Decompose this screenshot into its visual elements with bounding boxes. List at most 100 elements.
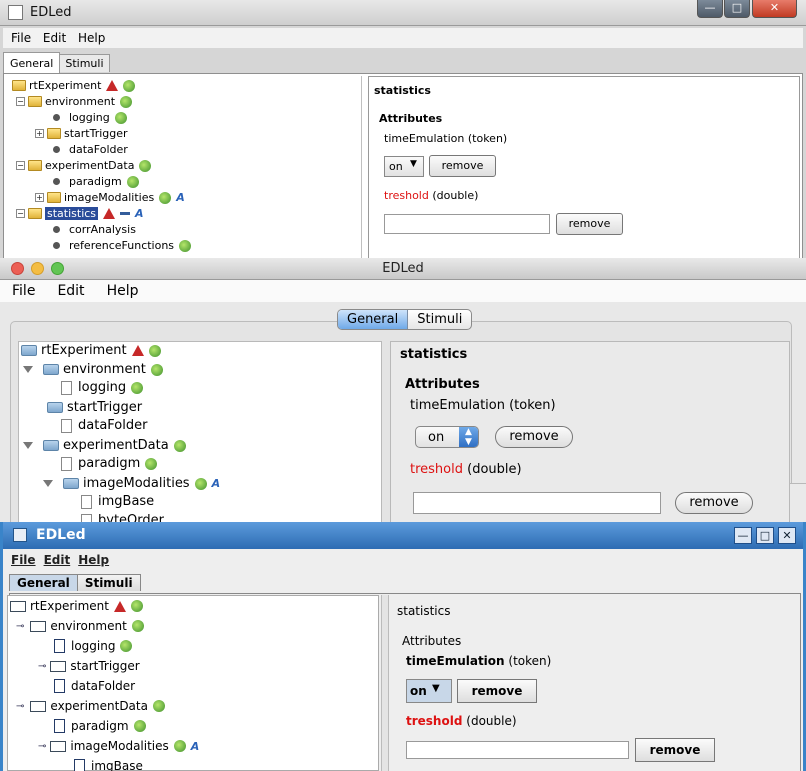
- tree-node-logging[interactable]: logging: [54, 639, 133, 653]
- attribute-icon[interactable]: A: [176, 191, 185, 204]
- tree-node-experimentData[interactable]: ⊸ experimentData: [16, 699, 165, 713]
- menu-help[interactable]: Help: [78, 28, 105, 48]
- tab-stimuli[interactable]: Stimuli: [76, 574, 141, 591]
- expand-icon[interactable]: ⊸: [38, 661, 46, 672]
- menu-help[interactable]: Help: [107, 280, 139, 302]
- treshold-input[interactable]: [406, 741, 629, 759]
- add-child-icon[interactable]: [120, 95, 133, 108]
- collapse-icon[interactable]: [23, 442, 33, 449]
- tree-node-byteOrder[interactable]: byteOrder: [81, 513, 164, 522]
- menu-file[interactable]: File: [11, 28, 31, 48]
- tree-node-imageModalities[interactable]: + imageModalities A: [35, 191, 185, 204]
- add-child-icon[interactable]: [145, 457, 158, 470]
- attribute-icon[interactable]: A: [191, 740, 200, 753]
- add-child-icon[interactable]: [130, 600, 143, 612]
- tree-node-dataFolder[interactable]: dataFolder: [53, 143, 128, 156]
- attribute-icon[interactable]: A: [212, 477, 221, 490]
- tree-node-startTrigger[interactable]: startTrigger: [45, 400, 806, 522]
- add-child-icon[interactable]: [131, 620, 144, 632]
- tab-general[interactable]: General: [3, 52, 61, 73]
- tree-node-imageModalities[interactable]: imageModalities A: [43, 476, 220, 491]
- add-child-icon[interactable]: [173, 439, 186, 452]
- expand-icon[interactable]: +: [35, 129, 44, 138]
- collapse-icon[interactable]: −: [16, 161, 25, 170]
- add-child-icon[interactable]: [159, 191, 172, 204]
- menu-edit[interactable]: Edit: [57, 280, 84, 302]
- tree-node-experimentData[interactable]: − experimentData: [16, 159, 152, 172]
- tab-general[interactable]: General: [9, 574, 78, 591]
- remove-treshold-button[interactable]: remove: [556, 213, 623, 235]
- tree-node-corrAnalysis[interactable]: corrAnalysis: [53, 223, 136, 236]
- add-child-icon[interactable]: [131, 381, 144, 394]
- tree-node-paradigm[interactable]: paradigm: [61, 456, 158, 471]
- timeEmulation-select[interactable]: on ▲ ▼: [415, 426, 479, 448]
- tree-node-environment[interactable]: ⊸ environment: [16, 619, 144, 633]
- tree-node-paradigm[interactable]: paradigm: [53, 175, 139, 188]
- remove-treshold-button[interactable]: remove: [675, 492, 753, 514]
- menu-file[interactable]: File: [11, 549, 36, 571]
- treshold-input[interactable]: [384, 214, 550, 234]
- menu-edit[interactable]: Edit: [43, 28, 66, 48]
- add-child-icon[interactable]: [152, 700, 165, 712]
- maximize-button[interactable]: □: [724, 0, 750, 18]
- collapse-icon[interactable]: −: [16, 209, 25, 218]
- maximize-button[interactable]: □: [756, 527, 774, 544]
- tree-node-environment[interactable]: environment: [23, 362, 163, 377]
- tree-node-environment[interactable]: − environment: [16, 95, 133, 108]
- tab-general[interactable]: General: [338, 310, 409, 329]
- tree-node-logging[interactable]: logging: [53, 111, 127, 124]
- tree-node-rtExperiment[interactable]: rtExperiment: [10, 599, 143, 613]
- tree-view[interactable]: rtExperiment − environment logging + start…: [8, 76, 362, 259]
- treshold-input[interactable]: [413, 492, 661, 514]
- add-child-icon[interactable]: [173, 740, 186, 752]
- collapse-icon[interactable]: ⊸: [38, 741, 46, 752]
- tree-node-paradigm[interactable]: paradigm: [54, 719, 146, 733]
- tree-node-imageModalities[interactable]: ⊸ imageModalities A: [38, 739, 199, 753]
- tree-node-startTrigger[interactable]: ⊸ startTrigger: [38, 659, 140, 673]
- tree-node-imgBase[interactable]: imgBase: [81, 494, 154, 509]
- tree-node-startTrigger[interactable]: + startTrigger: [35, 127, 128, 140]
- add-child-icon[interactable]: [150, 363, 163, 376]
- tree-node-rtExperiment[interactable]: rtExperiment: [12, 79, 136, 92]
- remove-treshold-button[interactable]: remove: [635, 738, 715, 762]
- tree-node-logging[interactable]: logging: [61, 380, 144, 395]
- remove-timeEmulation-button[interactable]: remove: [495, 426, 573, 448]
- tree-node-dataFolder[interactable]: dataFolder: [54, 679, 135, 693]
- attribute-icon[interactable]: A: [135, 207, 144, 220]
- minimize-button[interactable]: —: [697, 0, 723, 18]
- add-child-icon[interactable]: [123, 79, 136, 92]
- tree-node-referenceFunctions[interactable]: referenceFunctions: [53, 239, 192, 252]
- menu-file[interactable]: File: [12, 280, 35, 302]
- remove-icon[interactable]: [120, 212, 131, 215]
- collapse-icon[interactable]: ⊸: [16, 701, 24, 712]
- minimize-button[interactable]: —: [734, 527, 752, 544]
- add-child-icon[interactable]: [148, 344, 161, 357]
- menu-help[interactable]: Help: [78, 549, 109, 571]
- menu-edit[interactable]: Edit: [44, 549, 71, 571]
- close-button[interactable]: ✕: [778, 527, 796, 544]
- add-child-icon[interactable]: [114, 111, 127, 124]
- tree-node-experimentData[interactable]: experimentData: [23, 438, 186, 453]
- tree-view[interactable]: rtExperiment environment logging startTr…: [18, 341, 806, 522]
- add-child-icon[interactable]: [120, 640, 133, 652]
- expand-icon[interactable]: +: [35, 193, 44, 202]
- tab-stimuli[interactable]: Stimuli: [59, 54, 110, 72]
- tree-view[interactable]: rtExperiment ⊸ environment logging ⊸ start…: [7, 595, 379, 771]
- add-child-icon[interactable]: [194, 477, 207, 490]
- add-child-icon[interactable]: [133, 720, 146, 732]
- close-button[interactable]: ✕: [752, 0, 797, 18]
- tree-node-imgBase[interactable]: imgBase: [74, 759, 143, 771]
- split-divider[interactable]: [381, 595, 389, 771]
- timeEmulation-select[interactable]: on ▼: [384, 156, 424, 177]
- add-child-icon[interactable]: [126, 175, 139, 188]
- add-child-icon[interactable]: [179, 239, 192, 252]
- collapse-icon[interactable]: [23, 366, 33, 373]
- tree-node-dataFolder[interactable]: dataFolder: [61, 418, 147, 433]
- collapse-icon[interactable]: −: [16, 97, 25, 106]
- remove-timeEmulation-button[interactable]: remove: [457, 679, 537, 703]
- remove-timeEmulation-button[interactable]: remove: [429, 155, 496, 177]
- collapse-icon[interactable]: ⊸: [16, 621, 24, 632]
- tree-node-rtExperiment[interactable]: rtExperiment: [21, 343, 161, 358]
- collapse-icon[interactable]: [43, 480, 53, 487]
- add-child-icon[interactable]: [139, 159, 152, 172]
